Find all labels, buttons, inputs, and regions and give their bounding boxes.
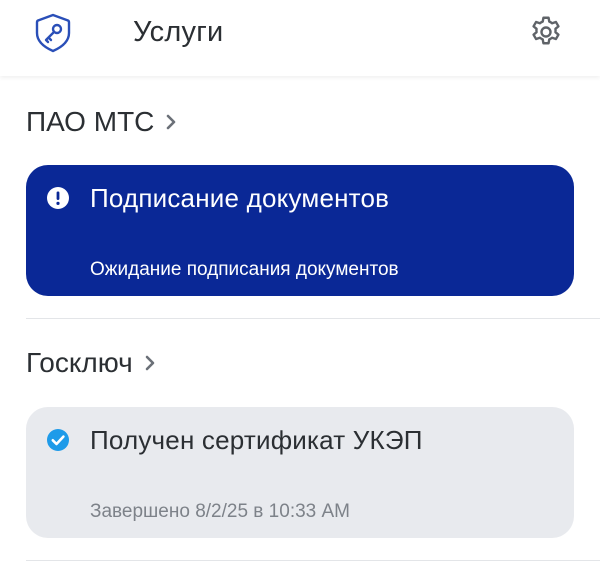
section-title: Госключ — [26, 347, 133, 378]
divider — [26, 318, 600, 319]
check-circle-icon — [46, 428, 70, 452]
page-title: Услуги — [133, 16, 224, 48]
chevron-right-icon — [143, 353, 157, 373]
divider — [26, 560, 600, 561]
card-title: Подписание документов — [90, 183, 390, 213]
section-header-goskey[interactable]: Госключ — [26, 347, 157, 379]
section-title: ПАО МТС — [26, 106, 155, 137]
section-header-mts[interactable]: ПАО МТС — [26, 106, 178, 138]
services-screen: Услуги ПАО МТС Подписание документов Ожи… — [0, 0, 600, 571]
service-card-signing[interactable]: Подписание документов Ожидание подписани… — [26, 165, 574, 296]
key-icon[interactable] — [33, 13, 73, 53]
gear-icon[interactable] — [528, 14, 564, 50]
exclamation-circle-icon — [46, 186, 70, 210]
service-card-certificate[interactable]: Получен сертификат УКЭП Завершено 8/2/25… — [26, 407, 574, 538]
card-title: Получен сертификат УКЭП — [90, 425, 423, 455]
card-status: Завершено 8/2/25 в 10:33 AM — [90, 501, 351, 522]
card-status: Ожидание подписания документов — [90, 259, 399, 280]
chevron-right-icon — [164, 112, 178, 132]
top-app-bar: Услуги — [0, 0, 600, 76]
